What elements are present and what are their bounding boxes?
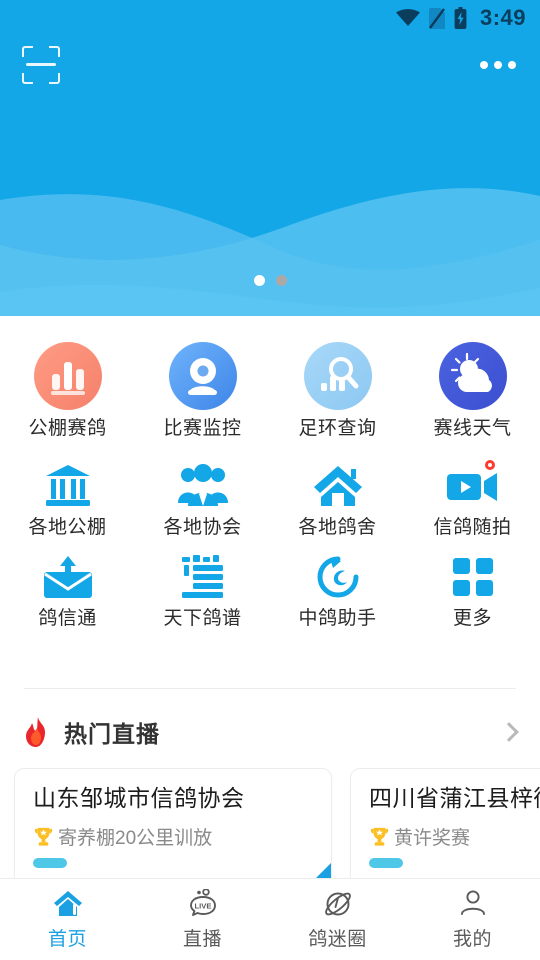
svg-text:LIVE: LIVE — [194, 901, 211, 910]
hero-banner[interactable]: 3:49 — [0, 0, 540, 316]
menu-item-gedi-xiehui[interactable]: 各地协会 — [135, 460, 270, 539]
carousel-indicators — [0, 275, 540, 286]
status-time: 3:49 — [479, 5, 526, 30]
menu-item-gongpeng-saige[interactable]: 公棚赛鸽 — [0, 342, 135, 448]
nav-item-label: 鸽迷圈 — [308, 928, 367, 950]
menu-item-label: 天下鸽谱 — [163, 607, 242, 629]
more-horizontal-icon[interactable] — [478, 51, 518, 79]
live-bubble-icon: LIVE — [188, 888, 218, 919]
bar-chart-icon — [33, 342, 102, 410]
section-title: 热门直播 — [64, 721, 160, 747]
live-card-subtitle: 黄许奖赛 — [394, 827, 471, 849]
record-badge — [482, 457, 497, 472]
carousel-dot-2[interactable] — [275, 275, 287, 286]
video-camera-icon — [445, 457, 501, 512]
quick-menu-grid: 公棚赛鸽 比赛监控 足环查询 赛线天气 各地公棚 各地协会 各地鸽舍 信鸽随拍 … — [0, 316, 540, 630]
app-root: 3:49 公棚赛鸽 比赛监控 足环查询 赛线天气 各地公棚 各地协会 各地鸽舍 … — [0, 0, 540, 960]
menu-item-label: 各地公棚 — [28, 516, 107, 538]
menu-item-tianxia-gepu[interactable]: 天下鸽谱 — [135, 551, 270, 630]
menu-item-saixian-tianqi[interactable]: 赛线天气 — [405, 342, 540, 448]
quick-menu-row-2: 各地公棚 各地协会 各地鸽舍 信鸽随拍 — [0, 457, 540, 539]
menu-item-label: 信鸽随拍 — [433, 516, 512, 538]
mail-upload-icon — [40, 551, 96, 603]
quick-menu-row-1: 公棚赛鸽 比赛监控 足环查询 赛线天气 — [0, 342, 540, 448]
people-group-icon — [175, 460, 231, 512]
menu-item-label: 足环查询 — [298, 418, 377, 439]
section-divider — [24, 688, 516, 689]
live-card-subtitle-row: 黄许奖赛 — [369, 823, 540, 850]
menu-item-bisai-jiankong[interactable]: 比赛监控 — [135, 342, 270, 448]
pedigree-book-icon — [175, 551, 231, 603]
scan-qr-icon[interactable] — [22, 46, 60, 84]
sun-cloud-icon — [438, 342, 507, 410]
carousel-dot-1[interactable] — [253, 275, 265, 286]
nav-item-pigeon-circle[interactable]: 鸽迷圈 — [270, 879, 405, 960]
hot-live-section-header[interactable]: 热门直播 — [0, 706, 540, 758]
assistant-swirl-icon — [310, 551, 366, 603]
quick-menu-row-3: 鸽信通 天下鸽谱 中鸽助手 更多 — [0, 551, 540, 630]
battery-charging-icon — [454, 7, 467, 29]
nav-item-label: 首页 — [47, 928, 87, 950]
menu-item-zuhuan-chaxun[interactable]: 足环查询 — [270, 342, 405, 448]
nav-item-profile[interactable]: 我的 — [405, 879, 540, 960]
menu-item-label: 各地鸽舍 — [298, 516, 377, 538]
wifi-icon — [395, 9, 420, 26]
menu-item-label: 中鸽助手 — [298, 607, 377, 629]
home-icon — [53, 889, 83, 919]
webcam-icon — [168, 342, 237, 410]
menu-item-label: 更多 — [452, 607, 492, 629]
status-bar: 3:49 — [0, 0, 540, 36]
nav-item-live[interactable]: LIVE 直播 — [135, 879, 270, 960]
nav-item-label: 我的 — [452, 928, 492, 950]
live-card-subtitle-row: 寄养棚20公里训放 — [33, 823, 313, 850]
menu-item-gexintong[interactable]: 鸽信通 — [0, 551, 135, 630]
menu-item-label: 各地协会 — [163, 516, 242, 538]
sim-card-off-icon — [428, 7, 445, 29]
menu-item-label: 公棚赛鸽 — [28, 418, 107, 439]
status-icons: 3:49 — [395, 5, 526, 30]
person-icon — [458, 889, 488, 919]
live-card-tag — [369, 857, 403, 868]
nav-item-home[interactable]: 首页 — [0, 879, 135, 960]
menu-item-more[interactable]: 更多 — [405, 551, 540, 630]
fire-icon — [26, 717, 45, 747]
menu-item-xinge-suipai[interactable]: 信鸽随拍 — [405, 457, 540, 539]
live-card-title: 四川省蒲江县梓衖 — [369, 785, 540, 811]
planet-circle-icon — [323, 889, 353, 919]
chevron-right-icon[interactable] — [499, 722, 519, 742]
live-card-tag — [33, 857, 67, 868]
trophy-icon — [34, 827, 53, 846]
menu-item-label: 比赛监控 — [163, 418, 242, 439]
top-bar — [0, 36, 540, 94]
menu-item-zhongge-zhushou[interactable]: 中鸽助手 — [270, 551, 405, 630]
bottom-navigation: 首页 LIVE 直播 鸽迷圈 我的 — [0, 878, 540, 960]
menu-item-gedi-geshe[interactable]: 各地鸽舍 — [270, 460, 405, 539]
trophy-icon — [370, 827, 389, 846]
grid-squares-icon — [445, 551, 501, 603]
live-card-title: 山东邹城市信鸽协会 — [33, 785, 245, 811]
menu-item-label: 赛线天气 — [433, 418, 512, 439]
menu-item-label: 鸽信通 — [38, 607, 97, 629]
search-chart-icon — [303, 342, 372, 410]
nav-item-label: 直播 — [182, 928, 222, 950]
menu-item-gedi-gongpeng[interactable]: 各地公棚 — [0, 460, 135, 539]
bank-icon — [40, 460, 96, 512]
live-card-subtitle: 寄养棚20公里训放 — [58, 827, 213, 849]
home-icon — [310, 460, 366, 512]
